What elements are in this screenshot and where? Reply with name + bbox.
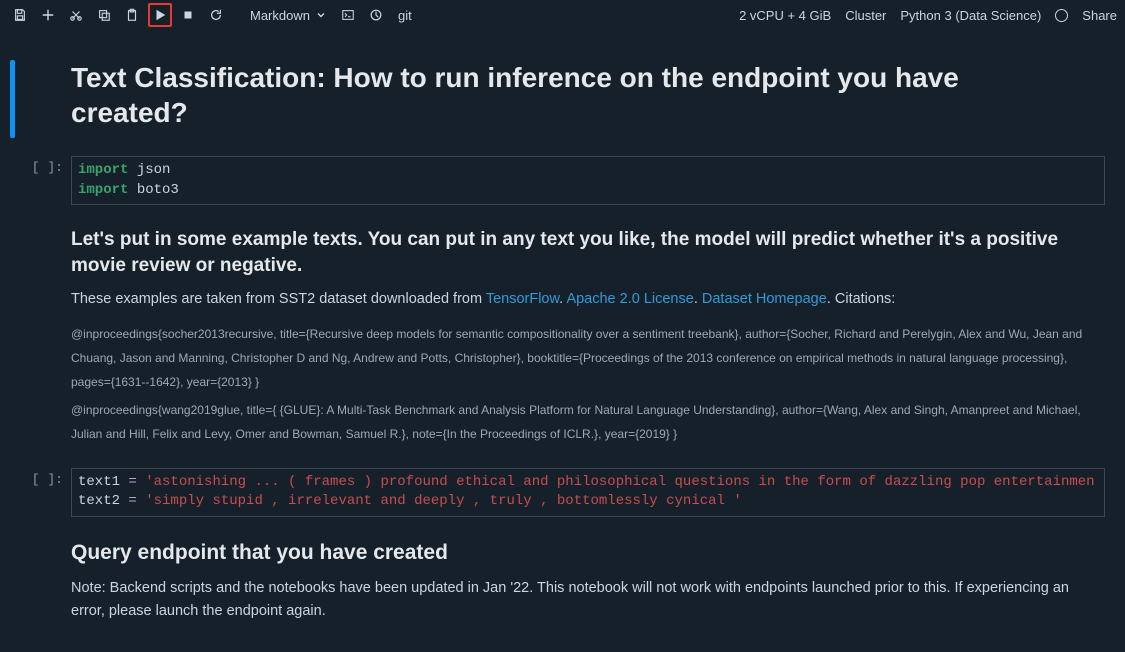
license-link[interactable]: Apache 2.0 License [566, 291, 693, 307]
prompt-gutter [21, 60, 71, 138]
notebook-toolbar: Markdown git 2 vCPU + 4 GiB Cluster Pyth… [0, 0, 1125, 30]
code-input[interactable]: text1 = 'astonishing ... ( frames ) prof… [71, 468, 1105, 517]
markdown-cell[interactable]: Query endpoint that you have created Not… [10, 535, 1125, 634]
kernel-label[interactable]: Python 3 (Data Science) [900, 8, 1041, 23]
cell-selected-indicator [10, 60, 15, 138]
in-prompt: [ ]: [21, 156, 71, 205]
share-button[interactable]: Share [1082, 8, 1117, 23]
kernel-activity-icon[interactable] [364, 3, 388, 27]
markdown-cell[interactable]: Let's put in some example texts. You can… [10, 223, 1125, 449]
markdown-cell[interactable]: Text Classification: How to run inferenc… [10, 60, 1125, 138]
toolbar-right: 2 vCPU + 4 GiB Cluster Python 3 (Data Sc… [739, 8, 1117, 23]
section-heading: Query endpoint that you have created [71, 539, 1105, 567]
toolbar-left: Markdown git [8, 3, 418, 27]
cell-type-select[interactable]: Markdown [244, 8, 332, 23]
tensorflow-link[interactable]: TensorFlow [486, 291, 559, 307]
cluster-label[interactable]: Cluster [845, 8, 886, 23]
code-input[interactable]: import json import boto3 [71, 156, 1105, 205]
citation-text: @inproceedings{socher2013recursive, titl… [71, 322, 1105, 394]
insert-cell-button[interactable] [36, 3, 60, 27]
code-cell[interactable]: [ ]: import json import boto3 [10, 156, 1125, 205]
cell-type-label: Markdown [250, 8, 310, 23]
run-button[interactable] [148, 3, 172, 27]
section-body: These examples are taken from SST2 datas… [71, 288, 1105, 311]
notebook-body: Text Classification: How to run inferenc… [0, 30, 1125, 652]
kernel-status-icon [1055, 9, 1068, 22]
resources-label[interactable]: 2 vCPU + 4 GiB [739, 8, 831, 23]
cut-button[interactable] [64, 3, 88, 27]
section-lead: Let's put in some example texts. You can… [71, 227, 1105, 278]
citation-text: @inproceedings{wang2019glue, title={ {GL… [71, 398, 1105, 446]
prompt-gutter [21, 223, 71, 449]
page-title: Text Classification: How to run inferenc… [71, 60, 1051, 130]
restart-button[interactable] [204, 3, 228, 27]
in-prompt: [ ]: [21, 468, 71, 517]
section-note: Note: Backend scripts and the notebooks … [71, 577, 1105, 623]
dataset-homepage-link[interactable]: Dataset Homepage [702, 291, 827, 307]
copy-button[interactable] [92, 3, 116, 27]
prompt-gutter [21, 535, 71, 634]
save-button[interactable] [8, 3, 32, 27]
paste-button[interactable] [120, 3, 144, 27]
stop-button[interactable] [176, 3, 200, 27]
code-cell[interactable]: [ ]: text1 = 'astonishing ... ( frames )… [10, 468, 1125, 517]
chevron-down-icon [316, 10, 326, 20]
terminal-button[interactable] [336, 3, 360, 27]
git-button[interactable]: git [392, 8, 418, 23]
